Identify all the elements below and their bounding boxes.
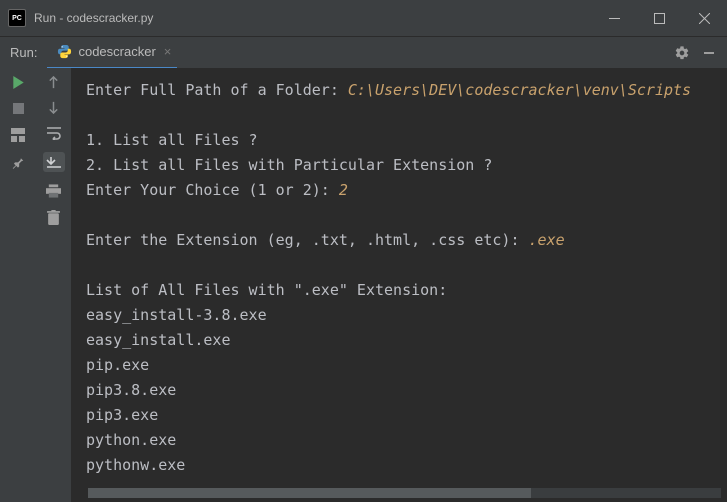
ext-prompt: Enter the Extension (eg, .txt, .html, .c… bbox=[86, 231, 529, 249]
layout-icon[interactable] bbox=[11, 128, 25, 142]
run-toolbar: Run: codescracker × bbox=[0, 36, 727, 68]
input-ext: .exe bbox=[529, 231, 565, 249]
run-label: Run: bbox=[0, 45, 47, 60]
app-icon: PC bbox=[8, 9, 26, 27]
input-choice: 2 bbox=[339, 181, 348, 199]
titlebar: PC Run - codescracker.py bbox=[0, 0, 727, 36]
file-item: pip.exe bbox=[86, 356, 149, 374]
python-icon bbox=[57, 44, 72, 59]
menu-2: 2. List all Files with Particular Extens… bbox=[86, 156, 492, 174]
tab-name: codescracker bbox=[78, 44, 155, 59]
input-folder: C:\Users\DEV\codescracker\venv\Scripts bbox=[348, 81, 691, 99]
file-item: easy_install.exe bbox=[86, 331, 231, 349]
file-item: python.exe bbox=[86, 431, 176, 449]
arrow-down-icon[interactable] bbox=[47, 101, 60, 114]
file-item: pythonw.exe bbox=[86, 456, 185, 474]
hide-button[interactable] bbox=[697, 37, 721, 69]
run-icon[interactable] bbox=[12, 76, 25, 89]
scrollbar-thumb[interactable] bbox=[88, 488, 531, 498]
arrow-up-icon[interactable] bbox=[47, 76, 60, 89]
close-button[interactable] bbox=[682, 0, 727, 36]
file-item: pip3.8.exe bbox=[86, 381, 176, 399]
scroll-to-end-icon[interactable] bbox=[43, 152, 65, 172]
run-tab[interactable]: codescracker × bbox=[47, 37, 177, 69]
soft-wrap-icon[interactable] bbox=[46, 126, 62, 140]
prompt-folder: Enter Full Path of a Folder: bbox=[86, 81, 348, 99]
list-header: List of All Files with ".exe" Extension: bbox=[86, 281, 447, 299]
gutter-left bbox=[0, 68, 36, 502]
print-icon[interactable] bbox=[46, 184, 61, 198]
pin-icon[interactable] bbox=[11, 156, 25, 170]
settings-button[interactable] bbox=[667, 37, 697, 69]
close-tab-icon[interactable]: × bbox=[164, 44, 172, 59]
gutter-right bbox=[36, 68, 72, 502]
choice-prompt: Enter Your Choice (1 or 2): bbox=[86, 181, 339, 199]
minimize-button[interactable] bbox=[592, 0, 637, 36]
trash-icon[interactable] bbox=[47, 210, 60, 225]
window-title: Run - codescracker.py bbox=[34, 11, 592, 25]
maximize-button[interactable] bbox=[637, 0, 682, 36]
horizontal-scrollbar[interactable] bbox=[88, 488, 721, 498]
console-output[interactable]: Enter Full Path of a Folder: C:\Users\DE… bbox=[72, 68, 727, 502]
file-item: pip3.exe bbox=[86, 406, 158, 424]
file-item: easy_install-3.8.exe bbox=[86, 306, 267, 324]
stop-icon[interactable] bbox=[13, 103, 24, 114]
menu-1: 1. List all Files ? bbox=[86, 131, 258, 149]
